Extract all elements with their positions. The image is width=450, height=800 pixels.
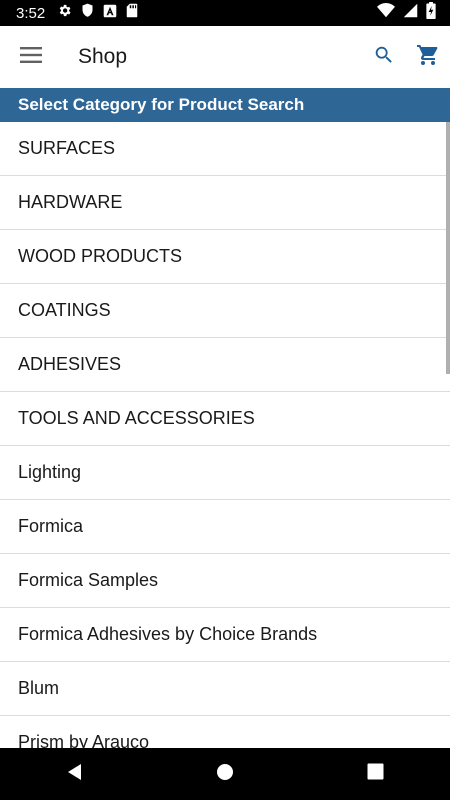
sd-card-icon [126, 3, 138, 23]
category-list[interactable]: SURFACES HARDWARE WOOD PRODUCTS COATINGS… [0, 122, 450, 748]
list-item[interactable]: WOOD PRODUCTS [0, 230, 450, 284]
scrollbar-thumb[interactable] [446, 122, 450, 374]
list-item[interactable]: Lighting [0, 446, 450, 500]
shield-icon [81, 3, 94, 23]
back-button[interactable] [45, 748, 105, 800]
list-item[interactable]: Formica [0, 500, 450, 554]
list-item[interactable]: Formica Adhesives by Choice Brands [0, 608, 450, 662]
search-button[interactable] [362, 35, 406, 79]
menu-button[interactable] [16, 42, 46, 72]
list-item[interactable]: Formica Samples [0, 554, 450, 608]
home-button[interactable] [195, 748, 255, 800]
list-item[interactable]: SURFACES [0, 122, 450, 176]
battery-charging-icon [426, 2, 436, 24]
home-icon [216, 763, 234, 786]
cart-icon [416, 43, 440, 72]
cart-button[interactable] [406, 35, 450, 79]
status-bar: 3:52 [0, 0, 450, 26]
app-actions [362, 35, 450, 79]
list-item[interactable]: Blum [0, 662, 450, 716]
wifi-icon [377, 3, 395, 23]
back-icon [66, 763, 84, 786]
status-time: 3:52 [16, 4, 46, 22]
nav-bar [0, 748, 450, 800]
recents-icon [367, 763, 384, 785]
list-item[interactable]: TOOLS AND ACCESSORIES [0, 392, 450, 446]
app-bar: Shop [0, 26, 450, 88]
list-item[interactable]: Prism by Arauco [0, 716, 450, 748]
recents-button[interactable] [345, 748, 405, 800]
status-icons-left [57, 3, 138, 23]
category-header: Select Category for Product Search [0, 88, 450, 122]
list-item[interactable]: ADHESIVES [0, 338, 450, 392]
search-icon [373, 44, 395, 71]
status-icons-right [377, 2, 436, 24]
a-box-icon [103, 4, 117, 23]
list-item[interactable]: HARDWARE [0, 176, 450, 230]
list-item[interactable]: COATINGS [0, 284, 450, 338]
gear-icon [57, 3, 72, 23]
page-title: Shop [78, 45, 128, 68]
hamburger-menu-icon [20, 46, 42, 68]
signal-icon [403, 3, 418, 23]
